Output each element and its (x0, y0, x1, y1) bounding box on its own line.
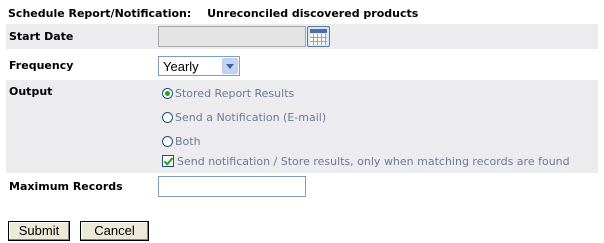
output-option-both[interactable]: Both (162, 133, 201, 149)
start-date-input[interactable] (158, 26, 306, 47)
max-records-label: Maximum Records (9, 180, 123, 193)
frequency-label: Frequency (9, 59, 74, 72)
chevron-down-icon[interactable] (222, 58, 238, 74)
radio-stored-label: Stored Report Results (175, 86, 295, 100)
frequency-select[interactable]: Yearly (158, 56, 240, 76)
radio-both[interactable] (162, 135, 173, 147)
schedule-label: Schedule Report/Notification: (8, 7, 192, 20)
matching-records-checkbox[interactable] (162, 155, 174, 167)
cancel-button[interactable]: Cancel (80, 221, 149, 241)
max-records-input[interactable] (158, 176, 306, 197)
radio-stored[interactable] (162, 87, 173, 99)
matching-records-option[interactable]: Send notification / Store results, only … (162, 153, 570, 169)
output-label: Output (9, 85, 53, 98)
radio-email-label: Send a Notification (E-mail) (175, 110, 327, 124)
report-name: Unreconciled discovered products (207, 7, 419, 20)
frequency-value: Yearly (163, 59, 199, 74)
output-option-stored[interactable]: Stored Report Results (162, 85, 294, 101)
calendar-button[interactable] (307, 26, 330, 47)
submit-button[interactable]: Submit (8, 221, 70, 241)
radio-email[interactable] (162, 111, 173, 123)
output-option-email[interactable]: Send a Notification (E-mail) (162, 109, 326, 125)
calendar-icon (310, 29, 327, 33)
frequency-row: Frequency (6, 55, 598, 77)
matching-records-label: Send notification / Store results, only … (177, 154, 570, 168)
page-title: Schedule Report/Notification: Unreconcil… (8, 6, 418, 22)
radio-both-label: Both (175, 134, 201, 148)
start-date-label: Start Date (9, 30, 74, 43)
